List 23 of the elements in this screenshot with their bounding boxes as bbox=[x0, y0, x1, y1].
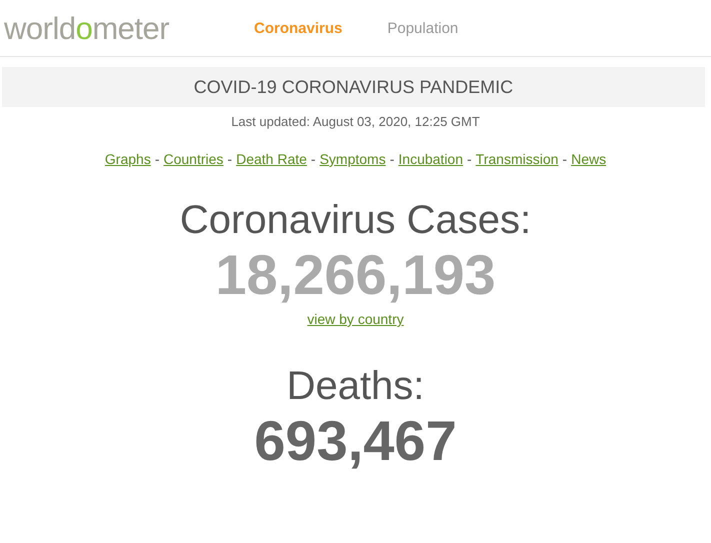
separator: - bbox=[467, 151, 472, 167]
section-link[interactable]: Symptoms bbox=[320, 151, 386, 167]
section-link[interactable]: News bbox=[571, 151, 606, 167]
section-link[interactable]: Death Rate bbox=[236, 151, 307, 167]
separator: - bbox=[154, 151, 160, 167]
counter-value: 18,266,193 bbox=[215, 243, 496, 307]
section-link[interactable]: Graphs bbox=[104, 151, 151, 167]
nav-link[interactable]: Coronavirus bbox=[254, 20, 342, 36]
separator: - bbox=[227, 151, 232, 167]
section-link[interactable]: Countries bbox=[164, 151, 224, 167]
separator: - bbox=[310, 151, 316, 167]
section-link[interactable]: Transmission bbox=[476, 151, 558, 167]
section-link[interactable]: Incubation bbox=[398, 151, 463, 167]
counter-value: 693,467 bbox=[254, 409, 457, 473]
separator: - bbox=[562, 151, 568, 167]
logo[interactable]: worldometer bbox=[4, 12, 254, 44]
view-by-country-link[interactable]: view by country bbox=[307, 311, 404, 327]
counter-title: Deaths: bbox=[286, 363, 424, 409]
banner-title: COVID-19 CORONAVIRUS PANDEMIC bbox=[194, 76, 514, 98]
counter-title: Coronavirus Cases: bbox=[180, 197, 532, 243]
last-updated-text: Last updated: August 03, 2020, 12:25 GMT bbox=[230, 114, 481, 129]
nav-link[interactable]: Population bbox=[387, 20, 458, 36]
separator: - bbox=[390, 151, 394, 167]
